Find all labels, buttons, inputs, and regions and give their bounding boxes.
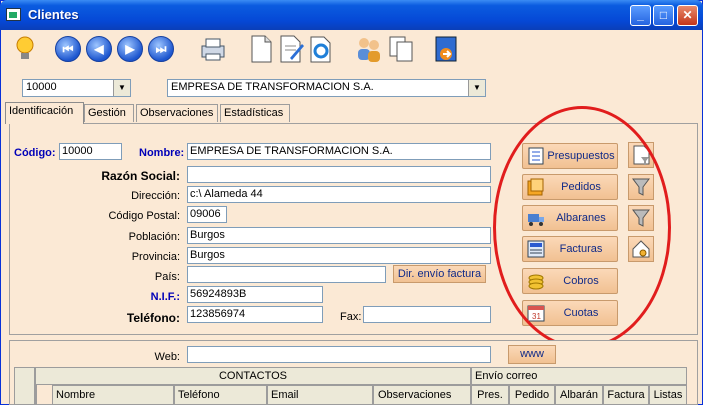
last-record-button[interactable]: ⏭ <box>148 36 174 62</box>
users-icon[interactable] <box>354 34 384 64</box>
envio-correo-header: Envío correo <box>471 367 687 385</box>
chevron-down-icon[interactable]: ▼ <box>113 80 130 96</box>
poblacion-field[interactable]: Burgos <box>187 227 491 244</box>
poblacion-label: Población: <box>128 231 180 243</box>
pais-field[interactable] <box>187 266 386 283</box>
new-document-icon[interactable] <box>246 34 276 64</box>
window-title: Clientes <box>28 7 79 22</box>
direccion-field[interactable]: c:\ Alameda 44 <box>187 186 491 203</box>
chevron-down-icon[interactable]: ▼ <box>468 80 485 96</box>
nombre-label: Nombre: <box>139 147 185 159</box>
highlight-ellipse <box>493 106 671 349</box>
column-listas[interactable]: Listas <box>649 385 687 405</box>
column-nombre[interactable]: Nombre <box>52 385 174 405</box>
tab-gestion[interactable]: Gestión <box>84 104 134 122</box>
pais-label: País: <box>154 271 180 283</box>
grid-divider <box>35 385 37 405</box>
codigo-postal-field[interactable]: 09006 <box>187 206 227 223</box>
fax-field[interactable] <box>363 306 491 323</box>
fax-label: Fax: <box>340 311 362 323</box>
nif-field[interactable]: 56924893B <box>187 286 323 303</box>
tab-observaciones[interactable]: Observaciones <box>136 104 218 122</box>
telefono-label: Teléfono: <box>126 311 180 325</box>
column-albaran[interactable]: Albarán <box>555 385 603 405</box>
contacts-header: CONTACTOS <box>35 367 471 385</box>
next-record-button[interactable]: ▶ <box>117 36 143 62</box>
edit-document-icon[interactable] <box>276 34 306 64</box>
provincia-label: Provincia: <box>131 251 180 263</box>
code-select-value: 10000 <box>26 81 57 93</box>
app-icon <box>6 8 21 21</box>
column-pedido[interactable]: Pedido <box>509 385 555 405</box>
column-factura[interactable]: Factura <box>603 385 649 405</box>
first-record-button[interactable]: ⏮ <box>55 36 81 62</box>
lightbulb-icon[interactable] <box>12 34 42 64</box>
provincia-field[interactable]: Burgos <box>187 247 491 264</box>
column-email[interactable]: Email <box>267 385 373 405</box>
maximize-button[interactable]: □ <box>653 5 674 26</box>
column-observaciones[interactable]: Observaciones <box>373 385 471 405</box>
telefono-field[interactable]: 123856974 <box>187 306 323 323</box>
column-telefono[interactable]: Teléfono <box>174 385 267 405</box>
grid-row-header <box>14 367 35 405</box>
web-field[interactable] <box>187 346 491 363</box>
codigo-field[interactable]: 10000 <box>59 143 122 160</box>
copy-icon[interactable] <box>386 34 416 64</box>
print-icon[interactable] <box>198 34 228 64</box>
dir-envio-factura-button[interactable]: Dir. envío factura <box>393 265 486 283</box>
refresh-icon[interactable] <box>306 34 336 64</box>
web-label: Web: <box>154 351 180 363</box>
close-button[interactable]: ✕ <box>677 5 698 26</box>
direccion-label: Dirección: <box>131 190 180 202</box>
codigo-postal-label: Código Postal: <box>108 210 180 222</box>
tab-identificacion[interactable]: Identificación <box>5 102 84 124</box>
razon-social-field[interactable] <box>187 166 491 183</box>
nif-label: N.I.F.: <box>150 291 180 303</box>
code-select[interactable]: 10000 ▼ <box>22 79 131 97</box>
company-select[interactable]: EMPRESA DE TRANSFORMACION S.A. ▼ <box>167 79 486 97</box>
minimize-button[interactable]: _ <box>630 5 651 26</box>
www-button[interactable]: www <box>508 345 556 364</box>
razon-social-label: Razón Social: <box>101 169 180 183</box>
tab-estadisticas[interactable]: Estadísticas <box>220 104 290 122</box>
exit-icon[interactable] <box>432 34 462 64</box>
codigo-label: Código: <box>14 147 56 159</box>
nombre-field[interactable]: EMPRESA DE TRANSFORMACION S.A. <box>187 143 491 160</box>
column-pres[interactable]: Pres. <box>471 385 509 405</box>
company-select-value: EMPRESA DE TRANSFORMACION S.A. <box>171 81 374 93</box>
title-bar[interactable] <box>0 0 703 30</box>
previous-record-button[interactable]: ◀ <box>86 36 112 62</box>
